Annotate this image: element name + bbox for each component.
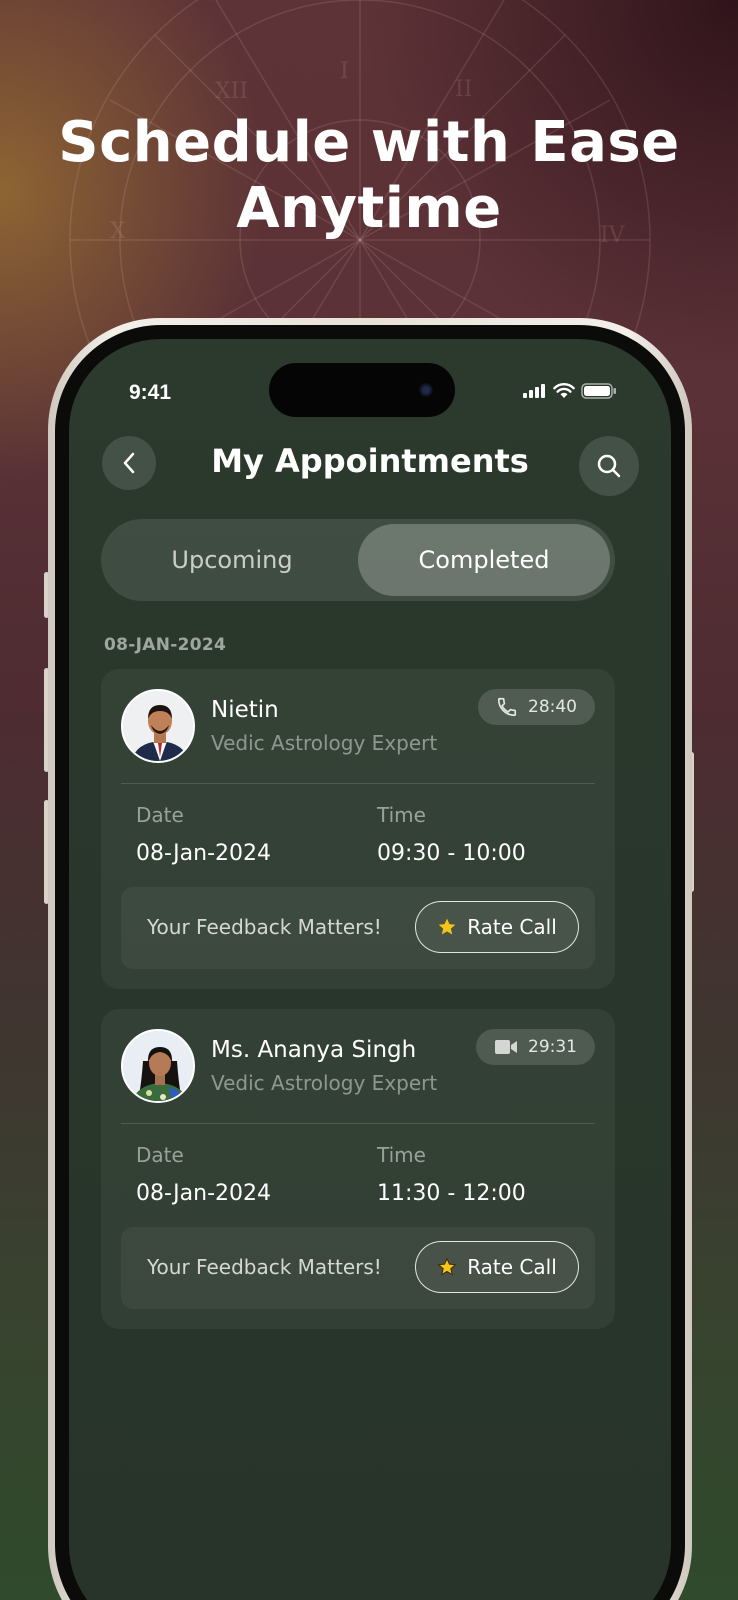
phone-icon [497,697,517,717]
tab-upcoming[interactable]: Upcoming [106,524,358,596]
search-icon [597,454,621,478]
section-date-header: 08-JAN-2024 [104,635,227,655]
appointment-card[interactable]: Nietin Vedic Astrology Expert 28:40 Date… [101,669,615,989]
call-duration: 29:31 [528,1037,577,1057]
date-value: 08-Jan-2024 [136,1181,271,1206]
star-icon [438,918,456,935]
date-value: 08-Jan-2024 [136,841,271,866]
star-icon [437,1257,457,1276]
person-avatar-illustration [123,691,193,761]
video-icon [495,1040,517,1054]
astrologer-expertise: Vedic Astrology Expert [211,731,438,755]
status-time: 9:41 [129,381,172,404]
feedback-text: Your Feedback Matters! [147,1255,382,1279]
search-button[interactable] [579,436,639,496]
headline: Schedule with Ease Anytime [0,110,738,242]
call-duration-badge: 28:40 [478,689,595,725]
card-divider [121,783,595,784]
date-label: Date [136,803,184,827]
phone-frame: 9:41 My Appointments Upcoming Completed … [48,318,692,1600]
svg-text:II: II [455,77,472,102]
rate-call-label: Rate Call [467,915,557,939]
tab-completed[interactable]: Completed [358,524,610,596]
feedback-text: Your Feedback Matters! [147,915,382,939]
rate-call-label: Rate Call [467,1255,557,1279]
feedback-panel: Your Feedback Matters! Rate Call [121,1227,595,1309]
time-value: 11:30 - 12:00 [377,1181,526,1206]
rate-call-button[interactable]: Rate Call [415,1241,579,1293]
rate-call-button[interactable]: Rate Call [415,901,579,953]
phone-bezel: 9:41 My Appointments Upcoming Completed … [55,325,685,1600]
dynamic-island [269,363,455,417]
phone-screen: 9:41 My Appointments Upcoming Completed … [69,339,671,1600]
astrologer-name: Nietin [211,697,279,723]
time-label: Time [377,1143,426,1167]
svg-text:XII: XII [215,79,248,104]
status-icons [523,383,617,399]
appointment-card[interactable]: Ms. Ananya Singh Vedic Astrology Expert … [101,1009,615,1329]
signal-icon [523,384,545,398]
appointment-tabs: Upcoming Completed [101,519,615,601]
time-label: Time [377,803,426,827]
wifi-icon [553,383,575,398]
call-duration-badge: 29:31 [476,1029,595,1065]
camera-icon [419,383,433,397]
date-label: Date [136,1143,184,1167]
card-divider [121,1123,595,1124]
headline-line-1: Schedule with Ease [58,110,680,175]
astrologer-expertise: Vedic Astrology Expert [211,1071,438,1095]
avatar [121,1029,195,1103]
battery-icon [581,383,616,399]
avatar [121,689,195,763]
time-value: 09:30 - 10:00 [377,841,526,866]
person-avatar-illustration [123,1031,193,1101]
svg-text:I: I [340,59,349,84]
headline-line-2: Anytime [236,176,502,241]
astrologer-name: Ms. Ananya Singh [211,1037,417,1063]
call-duration: 28:40 [528,697,577,717]
feedback-panel: Your Feedback Matters! Rate Call [121,887,595,969]
